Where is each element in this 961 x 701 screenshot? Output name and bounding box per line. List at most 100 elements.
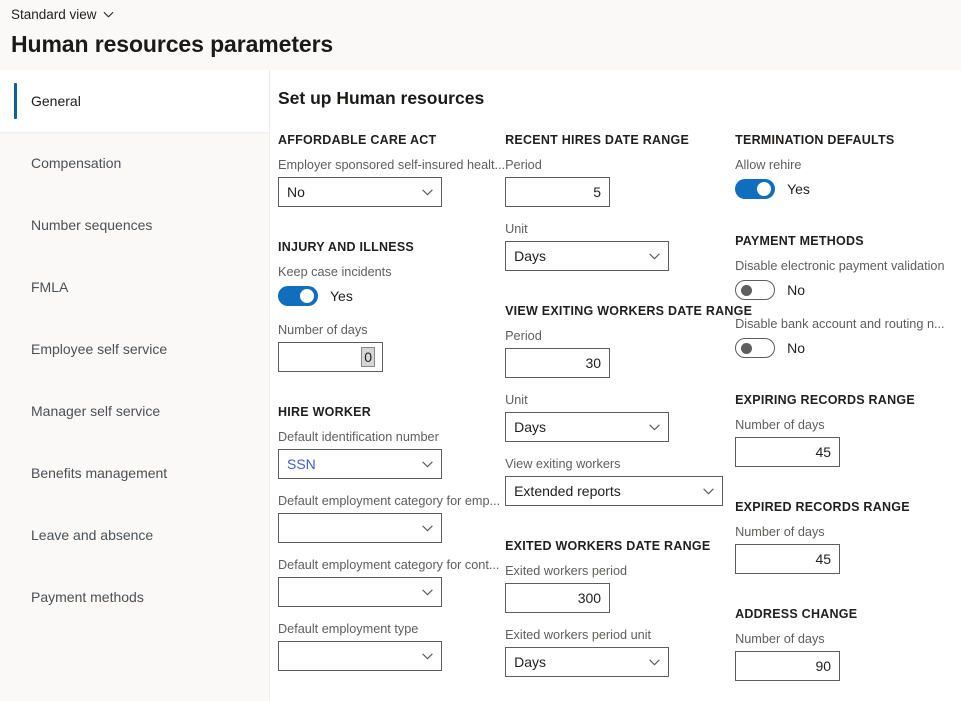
employer-sponsored-select[interactable]: No	[278, 177, 442, 207]
sidebar-item-label: Benefits management	[31, 465, 167, 481]
field-label: Keep case incidents	[278, 264, 505, 281]
content-title: Set up Human resources	[278, 86, 961, 110]
section-heading-recent-hires-date-range: RECENT HIRES DATE RANGE	[505, 132, 735, 148]
default-identification-number-select[interactable]: SSN	[278, 449, 442, 479]
view-exiting-unit-select[interactable]: Days	[505, 412, 669, 442]
expiring-records-number-of-days-input[interactable]: 45	[735, 437, 840, 467]
sidebar-item-label: Leave and absence	[31, 527, 153, 543]
sidebar-item-general[interactable]: General	[0, 70, 269, 132]
sidebar-item-fmla[interactable]: FMLA	[0, 256, 269, 318]
field-label: Number of days	[278, 322, 505, 339]
view-selector-label: Standard view	[11, 6, 97, 24]
field-recent-hires-period: Period 5	[505, 157, 735, 207]
chevron-down-icon	[421, 522, 434, 535]
select-value: Days	[514, 648, 546, 676]
toggle-knob	[741, 343, 752, 354]
field-label: Disable electronic payment validation	[735, 258, 961, 275]
section-heading-payment-methods: PAYMENT METHODS	[735, 233, 961, 249]
toggle-knob	[757, 182, 771, 196]
form-column-3: TERMINATION DEFAULTS Allow rehire Yes PA…	[735, 132, 961, 699]
field-label: Default employment category for emp...	[278, 493, 505, 510]
sidebar-item-manager-self-service[interactable]: Manager self service	[0, 380, 269, 442]
disable-bank-account-toggle[interactable]	[735, 338, 775, 358]
expired-records-number-of-days-input[interactable]: 45	[735, 544, 840, 574]
spacer	[735, 485, 961, 499]
sidebar-nav: General Compensation Number sequences FM…	[0, 70, 270, 701]
spacer	[735, 592, 961, 606]
sidebar-item-label: Employee self service	[31, 341, 167, 357]
chevron-down-icon	[702, 485, 715, 498]
keep-case-incidents-toggle-row: Yes	[278, 284, 505, 308]
chevron-down-icon	[648, 421, 661, 434]
sidebar-item-leave-and-absence[interactable]: Leave and absence	[0, 504, 269, 566]
view-exiting-period-input[interactable]: 30	[505, 348, 610, 378]
address-change-number-of-days-input[interactable]: 90	[735, 651, 840, 681]
spacer	[278, 390, 505, 404]
exited-workers-period-unit-select[interactable]: Days	[505, 647, 669, 677]
field-default-employment-category-employee: Default employment category for emp...	[278, 493, 505, 543]
sidebar-item-employee-self-service[interactable]: Employee self service	[0, 318, 269, 380]
toggle-state-label: No	[787, 338, 805, 358]
field-view-exiting-period: Period 30	[505, 328, 735, 378]
injury-number-of-days-input[interactable]: 0	[278, 342, 383, 372]
section-heading-expired-records-range: EXPIRED RECORDS RANGE	[735, 499, 961, 515]
disable-electronic-payment-toggle[interactable]	[735, 280, 775, 300]
field-default-identification-number: Default identification number SSN	[278, 429, 505, 479]
field-label: Period	[505, 328, 735, 345]
field-label: Employer sponsored self-insured healt...	[278, 157, 505, 174]
section-heading-view-exiting-workers-date-range: VIEW EXITING WORKERS DATE RANGE	[505, 303, 735, 319]
sidebar-item-label: Manager self service	[31, 403, 160, 419]
recent-hires-period-input[interactable]: 5	[505, 177, 610, 207]
section-heading-affordable-care-act: AFFORDABLE CARE ACT	[278, 132, 505, 148]
keep-case-incidents-toggle[interactable]	[278, 286, 318, 306]
field-label: Allow rehire	[735, 157, 961, 174]
chevron-down-icon	[421, 458, 434, 471]
disable-electronic-toggle-row: No	[735, 278, 961, 302]
field-label: Default employment type	[278, 621, 505, 638]
spacer	[735, 219, 961, 233]
exited-workers-period-input[interactable]: 300	[505, 583, 610, 613]
select-value: Days	[514, 242, 546, 270]
app-header: Standard view Human resources parameters	[0, 0, 961, 70]
toggle-knob	[741, 285, 752, 296]
sidebar-item-label: Payment methods	[31, 589, 144, 605]
field-label: Period	[505, 157, 735, 174]
sidebar-item-label: General	[31, 93, 81, 109]
sidebar-item-number-sequences[interactable]: Number sequences	[0, 194, 269, 256]
spacer	[505, 524, 735, 538]
field-label: Exited workers period	[505, 563, 735, 580]
field-exited-workers-period: Exited workers period 300	[505, 563, 735, 613]
sidebar-item-compensation[interactable]: Compensation	[0, 132, 269, 194]
chevron-down-icon	[421, 650, 434, 663]
field-label: Number of days	[735, 417, 961, 434]
field-label: Disable bank account and routing n...	[735, 316, 961, 333]
view-selector[interactable]: Standard view	[11, 6, 114, 24]
chevron-down-icon	[648, 656, 661, 669]
section-heading-hire-worker: HIRE WORKER	[278, 404, 505, 420]
disable-bank-toggle-row: No	[735, 336, 961, 360]
select-value: Extended reports	[514, 477, 621, 505]
field-keep-case-incidents: Keep case incidents Yes	[278, 264, 505, 308]
default-employment-category-employee-select[interactable]	[278, 513, 442, 543]
field-label: View exiting workers	[505, 456, 735, 473]
sidebar-item-label: Compensation	[31, 155, 121, 171]
toggle-state-label: Yes	[330, 286, 353, 306]
sidebar-item-benefits-management[interactable]: Benefits management	[0, 442, 269, 504]
allow-rehire-toggle-row: Yes	[735, 177, 961, 201]
field-injury-number-of-days: Number of days 0	[278, 322, 505, 372]
recent-hires-unit-select[interactable]: Days	[505, 241, 669, 271]
toggle-state-label: Yes	[787, 179, 810, 199]
form-column-1: AFFORDABLE CARE ACT Employer sponsored s…	[278, 132, 505, 699]
spacer	[735, 378, 961, 392]
sidebar-item-payment-methods[interactable]: Payment methods	[0, 566, 269, 628]
field-exited-workers-period-unit: Exited workers period unit Days	[505, 627, 735, 677]
default-employment-category-contractor-select[interactable]	[278, 577, 442, 607]
field-label: Unit	[505, 392, 735, 409]
allow-rehire-toggle[interactable]	[735, 179, 775, 199]
field-disable-bank-account-routing: Disable bank account and routing n... No	[735, 316, 961, 360]
default-employment-type-select[interactable]	[278, 641, 442, 671]
select-value: Days	[514, 413, 546, 441]
view-exiting-workers-select[interactable]: Extended reports	[505, 476, 723, 506]
input-value-selected: 0	[361, 347, 375, 367]
select-value: SSN	[287, 450, 316, 478]
